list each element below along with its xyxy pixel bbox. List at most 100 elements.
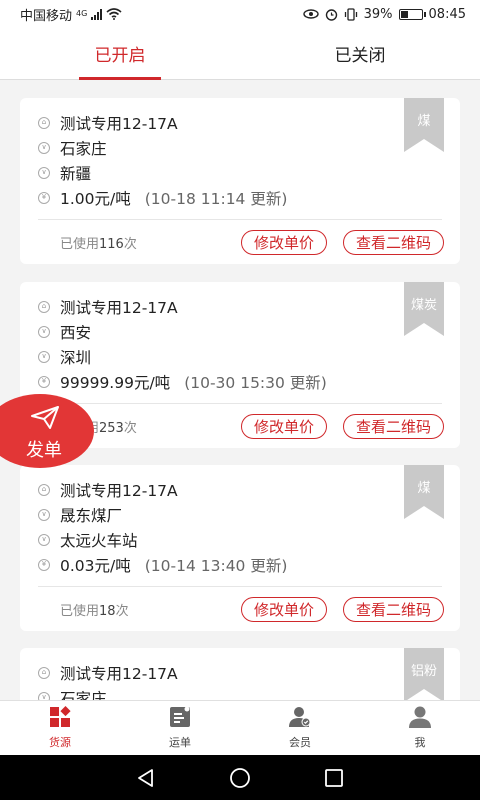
destination-row: ∨ 太远火车站 [20, 527, 460, 552]
clock-time: 08:45 [428, 6, 466, 22]
update-time: (10-14 13:40 更新) [144, 556, 288, 575]
usage-unit: 次 [123, 236, 137, 252]
card-footer: 已使用18次 修改单价 查看二维码 [20, 587, 460, 631]
yen-icon: ¥ [38, 558, 50, 571]
usage-unit: 次 [123, 420, 137, 436]
battery-percent: 39% [363, 6, 393, 22]
system-nav-bar [0, 755, 480, 800]
chevron-down-icon: ∨ [38, 325, 50, 338]
home-icon: ⌂ [38, 666, 50, 679]
update-time: (10-30 15:30 更新) [184, 373, 327, 392]
price-text: 0.03元/吨 [60, 556, 131, 575]
cargo-name: 测试专用12-17A [60, 481, 178, 500]
chevron-down-icon: ∨ [38, 533, 50, 546]
edit-price-button[interactable]: 修改单价 [240, 413, 327, 439]
usage-label: 已使用 [60, 603, 100, 619]
cargo-card: 煤 ⌂ 测试专用12-17A ∨ 晟东煤厂 ∨ 太远火车站 ¥0.03元/吨 (10-1… [20, 465, 460, 631]
cargo-card: 煤 ⌂ 测试专用12-17A ∨ 石家庄 ∨ 新疆 ¥1.00元/吨 (10-18 11… [20, 98, 460, 264]
usage-number: 18 [99, 603, 116, 619]
paper-plane-icon [31, 406, 59, 429]
update-time: (10-18 11:14 更新) [144, 189, 288, 208]
origin-text: 石家庄 [60, 689, 107, 701]
network-type: 4G [76, 8, 88, 18]
battery-icon [398, 8, 426, 20]
tab-closed[interactable]: 已关闭 [240, 28, 480, 79]
wifi-icon [106, 8, 122, 20]
destination-text: 深圳 [60, 348, 92, 367]
view-qr-button[interactable]: 查看二维码 [342, 413, 444, 439]
carrier-name: 中国移动 [20, 8, 73, 24]
status-bar: 中国移动 4G 39% 08:45 [0, 0, 480, 28]
price-row: ¥0.03元/吨 (10-14 13:40 更新) [20, 552, 460, 577]
home-button-icon[interactable] [229, 767, 251, 789]
usage-number: 116 [99, 236, 124, 252]
grid-icon [50, 706, 71, 727]
home-icon: ⌂ [38, 116, 50, 129]
category-tag: 煤炭 [410, 298, 437, 313]
person-icon [409, 706, 431, 728]
view-qr-button[interactable]: 查看二维码 [342, 596, 444, 622]
cargo-name: 测试专用12-17A [60, 114, 178, 133]
tab-closed-label: 已关闭 [334, 46, 386, 66]
post-order-fab[interactable]: 发单 [0, 394, 94, 468]
nav-waybill-label: 运单 [169, 736, 191, 749]
origin-row: ∨ 晟东煤厂 [20, 502, 460, 527]
waybill-icon [170, 706, 190, 727]
signal-icon [91, 8, 103, 20]
nav-member-label: 会员 [289, 736, 311, 749]
destination-text: 太远火车站 [60, 531, 138, 550]
view-qr-button[interactable]: 查看二维码 [342, 229, 444, 255]
name-row: ⌂ 测试专用12-17A [20, 477, 460, 502]
nav-me[interactable]: 我 [360, 701, 480, 755]
chevron-down-icon: ∨ [38, 141, 50, 154]
tab-opened[interactable]: 已开启 [0, 28, 240, 79]
alarm-icon [325, 8, 337, 21]
name-row: ⌂ 测试专用12-17A [20, 110, 460, 135]
name-row: ⌂ 测试专用12-17A [20, 294, 460, 319]
yen-icon: ¥ [38, 191, 50, 204]
tab-bar: 已开启 已关闭 [0, 28, 480, 80]
cargo-name: 测试专用12-17A [60, 298, 178, 317]
origin-row: ∨ 石家庄 [20, 135, 460, 160]
nav-waybill[interactable]: 运单 [120, 701, 240, 755]
chevron-down-icon: ∨ [38, 691, 50, 700]
destination-text: 新疆 [60, 164, 92, 183]
fab-label: 发单 [26, 440, 62, 461]
cargo-list[interactable]: 煤 ⌂ 测试专用12-17A ∨ 石家庄 ∨ 新疆 ¥1.00元/吨 (10-18 11… [0, 80, 480, 700]
price-row: ¥99999.99元/吨 (10-30 15:30 更新) [20, 369, 460, 394]
back-icon[interactable] [136, 768, 156, 788]
edit-price-button[interactable]: 修改单价 [240, 596, 327, 622]
destination-row: ∨ 深圳 [20, 344, 460, 369]
chevron-down-icon: ∨ [38, 166, 50, 179]
edit-price-button[interactable]: 修改单价 [240, 229, 327, 255]
usage-unit: 次 [115, 603, 129, 619]
eye-icon [302, 9, 319, 19]
origin-row: ∨ 西安 [20, 319, 460, 344]
origin-text: 西安 [60, 323, 92, 342]
home-icon: ⌂ [38, 300, 50, 313]
tab-opened-label: 已开启 [94, 46, 146, 66]
chevron-down-icon: ∨ [38, 350, 50, 363]
price-row: ¥1.00元/吨 (10-18 11:14 更新) [20, 185, 460, 210]
home-icon: ⌂ [38, 483, 50, 496]
recents-icon[interactable] [324, 768, 344, 788]
card-footer: 已使用116次 修改单价 查看二维码 [20, 220, 460, 264]
cargo-card: 铝粉 ⌂ 测试专用12-17A ∨ 石家庄 [20, 648, 460, 700]
usage-label: 已使用 [60, 236, 100, 252]
destination-row: ∨ 新疆 [20, 160, 460, 185]
category-tag: 煤 [417, 481, 431, 496]
nav-cargo-label: 货源 [49, 736, 71, 749]
nav-cargo[interactable]: 货源 [0, 701, 120, 755]
usage-number: 253 [99, 420, 124, 436]
bottom-nav: 货源 运单 会员 我 [0, 700, 480, 755]
nav-me-label: 我 [414, 736, 426, 749]
name-row: ⌂ 测试专用12-17A [20, 660, 460, 685]
price-text: 1.00元/吨 [60, 189, 131, 208]
price-text: 99999.99元/吨 [60, 373, 171, 392]
nav-member[interactable]: 会员 [240, 701, 360, 755]
member-icon [289, 707, 311, 727]
origin-text: 晟东煤厂 [60, 506, 123, 525]
origin-text: 石家庄 [60, 139, 107, 158]
usage-count: 已使用116次 [60, 233, 137, 252]
chevron-down-icon: ∨ [38, 508, 50, 521]
